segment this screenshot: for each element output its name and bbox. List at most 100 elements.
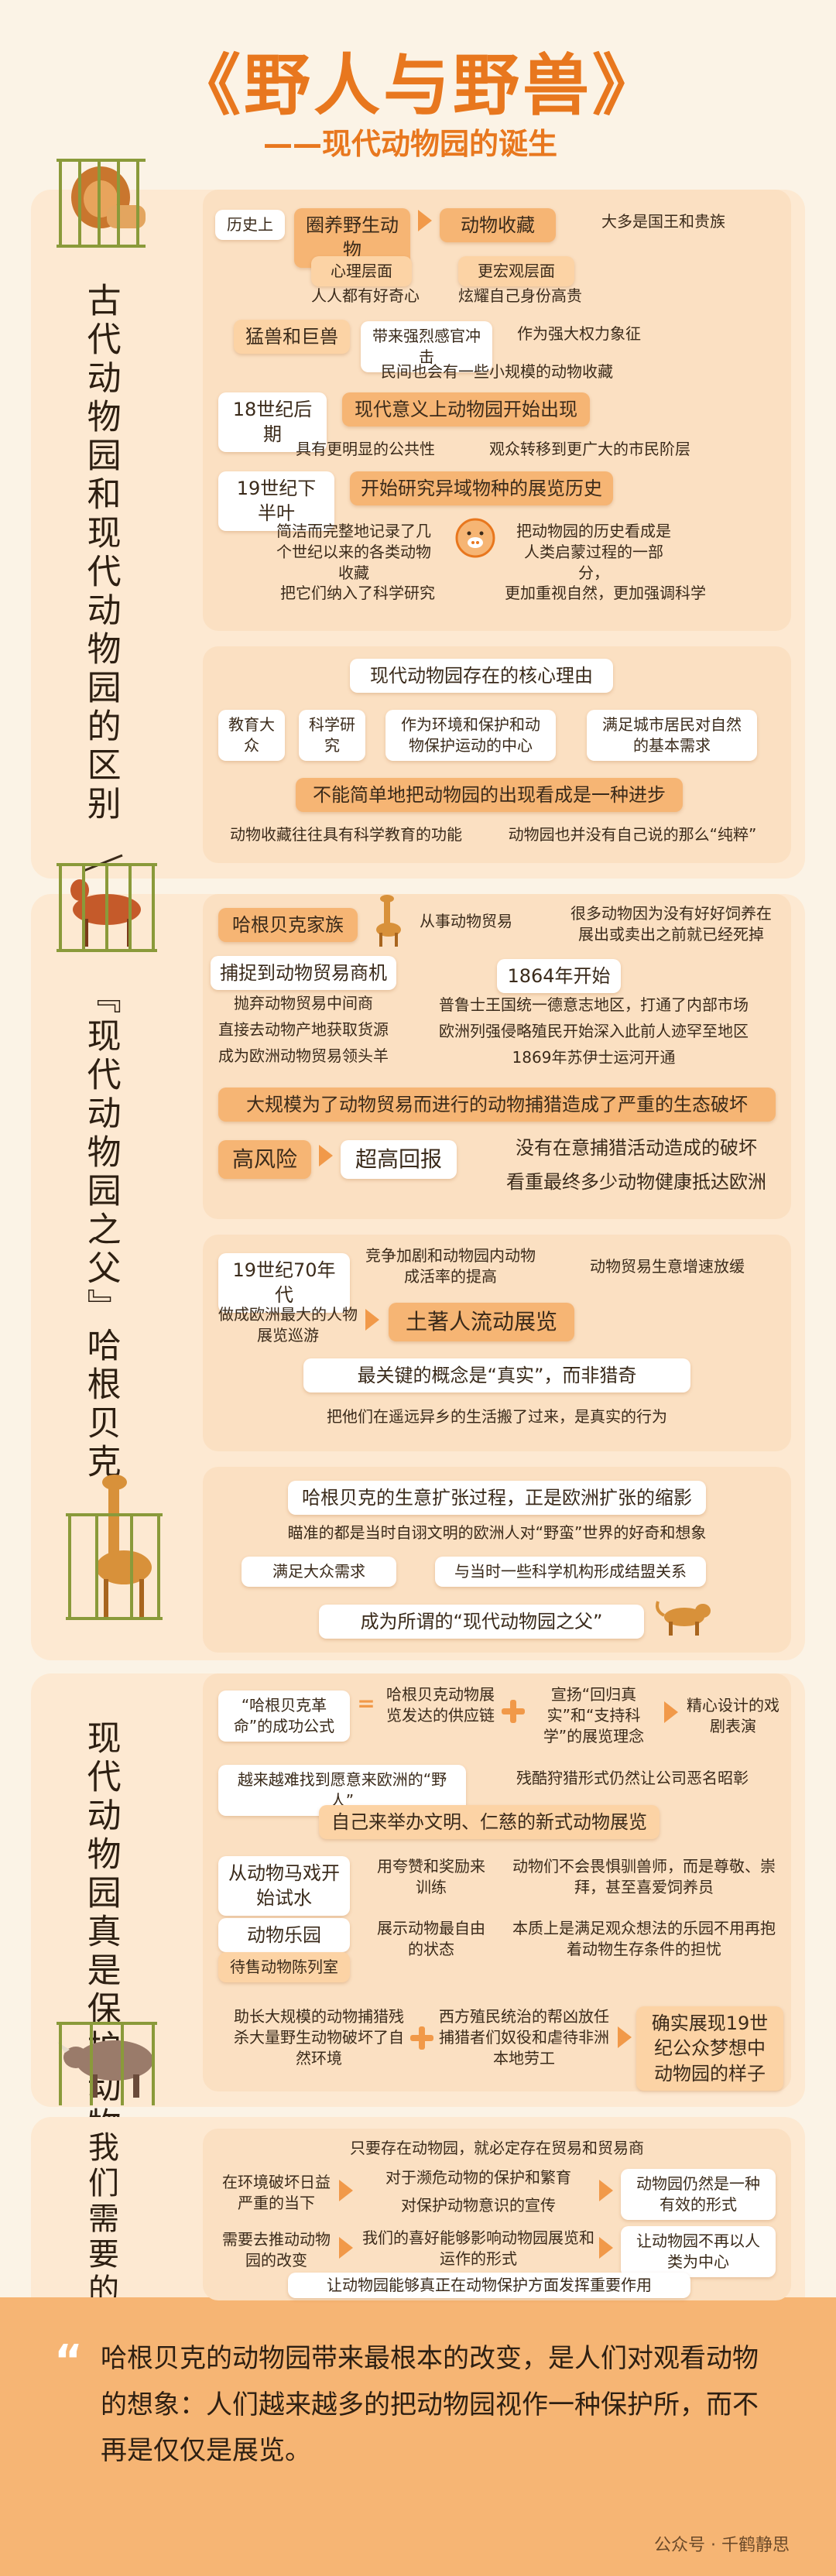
giraffe-icon (376, 895, 401, 947)
reward-box: 超高回报 (341, 1140, 457, 1179)
leader-label: 成为欧洲动物贸易领头羊 (218, 1046, 389, 1065)
pig-icon (455, 518, 495, 558)
civil-box: 自己来举办文明、仁慈的新式动物展览 (319, 1805, 660, 1840)
symbol-label: 作为强大权力象征 (517, 324, 641, 343)
page-title: 《野人与野兽》 (174, 47, 662, 125)
panel-core-reason: 现代动物园存在的核心理由 教育大众 科学研究 作为环境和保护和动物保护运动的中心… (203, 646, 791, 863)
effective-box: 动物园仍然是一种有效的形式 (621, 2169, 776, 2220)
modern-appear-box: 现代意义上动物园开始出现 (342, 392, 590, 427)
not-pure-label: 动物园也并没有自己说的那么“纯粹” (508, 825, 757, 844)
arrow-icon (418, 210, 432, 231)
push-label: 需要去推动动物园的改变 (222, 2230, 331, 2269)
macro-box: 更宏观层面 (458, 256, 574, 286)
arrow-icon (339, 2180, 353, 2201)
arrow-icon (339, 2237, 353, 2259)
western-label: 西方殖民统治的帮凶放任捕猎者们奴役和虐待非洲本地劳工 (439, 2007, 609, 2067)
large-label: 助长大规模的动物捕猎残杀大量野生动物破坏了自然环境 (234, 2007, 404, 2067)
arrow-icon (599, 2237, 613, 2259)
essence-label: 本质上是满足观众想法的乐园不用再抱着动物生存条件的担忧 (512, 1919, 776, 1958)
section-ancient-vs-modern: 古代动物园和现代动物园的区别 历史上 圈养野生动物 动物收藏 大多是国王和贵族 … (31, 159, 805, 879)
env-label: 在环境破坏日益严重的当下 (222, 2173, 331, 2212)
reason-nature-need: 满足城市居民对自然的基本需求 (587, 710, 757, 761)
display-box: 待售动物陈列室 (218, 1952, 350, 1982)
risk-box: 高风险 (218, 1140, 311, 1179)
reason-education: 教育大众 (218, 710, 285, 761)
equals-sign: = (357, 1690, 375, 1716)
rhino-cage-illustration (57, 2022, 157, 2105)
family-box: 哈根贝克家族 (218, 908, 358, 943)
side-title-2: 『现代动物园之父』哈根贝克 (81, 979, 121, 1482)
side-title-1: 古代动物园和现代动物园的区别 (81, 283, 121, 824)
move-label: 把他们在遥远异乡的生活搬了过来，是真实的行为 (327, 1407, 667, 1426)
antelope-cage-illustration (57, 854, 157, 952)
nature-label: 更加重视自然，更加强调科学 (505, 584, 706, 602)
y1864-box: 1864年开始 (497, 959, 621, 994)
record-label: 简洁而完整地记录了几个世纪以来的各类动物收藏 (276, 522, 431, 582)
collect-box: 动物收藏 (440, 208, 556, 243)
suez-label: 1869年苏伊士运河开通 (512, 1048, 676, 1067)
public-label: 具有更明显的公共性 (296, 440, 435, 458)
respect-label: 动物们不会畏惧驯兽师，而是尊敬、崇拜，甚至喜爱饲养员 (512, 1857, 776, 1896)
history-box: 历史上 (215, 210, 285, 240)
section-protection: 现代动物园真是保护动物吗 “哈根贝克革命”的成功公式 = 哈根贝克动物展览发达的… (31, 1673, 805, 2184)
show-off-label: 炫耀自己身份高贵 (458, 286, 582, 305)
aim-label: 瞄准的都是当时自诩文明的欧洲人对“野蛮”世界的好奇和想象 (287, 1523, 707, 1542)
role-box: 让动物园能够真正在动物保护方面发挥重要作用 (288, 2273, 690, 2298)
free-label: 展示动物最自由的状态 (377, 1919, 485, 1958)
plus-icon (410, 2026, 433, 2050)
panel-tour: 19世纪70年代 竞争加剧和动物园内动物成活率的提高 动物贸易生意增速放缓 做成… (203, 1235, 791, 1451)
audience-label: 观众转移到更广大的市民阶层 (489, 440, 690, 458)
supply-label: 哈根贝克动物展览发达的供应链 (386, 1685, 495, 1725)
psych-box: 心理层面 (311, 256, 412, 286)
expand-box: 哈根贝克的生意扩张过程，正是欧洲扩张的缩影 (288, 1481, 706, 1516)
arrow-icon (319, 1145, 333, 1166)
tour-box: 土著人流动展览 (389, 1303, 574, 1341)
core-box: 现代动物园存在的核心理由 (350, 659, 613, 694)
awareness-label: 对保护动物意识的宣传 (401, 2196, 556, 2215)
panel-expansion: 哈根贝克的生意扩张过程，正是欧洲扩张的缩影 瞄准的都是当时自诩文明的欧洲人对“野… (203, 1467, 791, 1653)
reason-protection: 作为环境和保护和动物保护运动的中心 (385, 710, 556, 761)
arrow-icon (664, 1701, 678, 1723)
reason-science: 科学研究 (299, 710, 365, 761)
center-box: 让动物园不再以人类为中心 (621, 2226, 776, 2277)
prussia-label: 普鲁士王国统一德意志地区，打通了内部市场 (439, 995, 749, 1014)
history-part-label: 把动物园的历史看成是人类启蒙过程的一部分， (516, 522, 671, 582)
competition-label: 竞争加剧和动物园内动物成活率的提高 (365, 1246, 536, 1286)
formula-box: “哈根贝克革命”的成功公式 (218, 1690, 350, 1742)
reward-label: 用夸赞和奖励来训练 (377, 1857, 485, 1896)
beasts-box: 猛兽和巨兽 (234, 320, 350, 355)
arrow-icon (618, 2026, 632, 2048)
panel-need: 只要存在动物园，就必定存在贸易和贸易商 在环境破坏日益严重的当下 对于濒危动物的… (203, 2129, 791, 2300)
panel-history: 历史上 圈养野生动物 动物收藏 大多是国王和贵族 心理层面 更宏观层面 人人都有… (203, 190, 791, 631)
hope-label: 我们的喜好能够影响动物园展览和运作的形式 (362, 2228, 594, 2268)
paradise-box: 动物乐园 (218, 1918, 350, 1953)
biggest-label: 做成欧洲最大的人物展览巡游 (218, 1305, 358, 1345)
circus-box: 从动物马戏开始试水 (218, 1856, 350, 1916)
panel-family: 哈根贝克家族 从事动物贸易 很多动物因为没有好好饲养在展出或卖出之前就已经死掉 … (203, 894, 791, 1219)
owners-label: 大多是国王和贵族 (601, 212, 725, 231)
middle-label: 抛弃动物贸易中间商 (234, 994, 373, 1012)
health-label: 看重最终多少动物健康抵达欧洲 (506, 1171, 766, 1193)
giraffe-cage-illustration (66, 1475, 163, 1620)
lioness-icon (656, 1601, 711, 1636)
merchant-box: 捕捉到动物贸易商机 (211, 956, 396, 991)
protect-label: 对于濒危动物的保护和繁育 (385, 2168, 571, 2187)
slowdown-label: 动物贸易生意增速放缓 (590, 1257, 745, 1276)
trade-label: 从事动物贸易 (420, 912, 512, 930)
no-care-label: 没有在意捕猎活动造成的破坏 (516, 1137, 757, 1159)
father-box: 成为所谓的“现代动物园之父” (319, 1605, 644, 1639)
section-hagenbeck: 『现代动物园之父』哈根贝克 哈根贝克家族 从事动物贸易 很多动物因为没有好好饲养… (31, 854, 805, 1660)
sci-link-box: 与当时一些科学机构形成结盟关系 (435, 1557, 706, 1587)
damage-box: 大规模为了动物贸易而进行的动物捕猎造成了严重的生态破坏 (218, 1088, 776, 1122)
plus-icon (502, 1700, 525, 1723)
edu-label: 动物收藏往往具有科学教育的功能 (230, 825, 462, 844)
science-label: 把它们纳入了科学研究 (280, 584, 435, 602)
mass-box: 满足大众需求 (242, 1557, 396, 1587)
realize-box: 确实展现19世纪公众梦想中动物园的样子 (636, 2006, 783, 2091)
design-label: 精心设计的戏剧表演 (687, 1696, 779, 1735)
concept-label: 宣扬“回归真实”和“支持科学”的展览理念 (543, 1685, 645, 1745)
direct-label: 直接去动物产地获取货源 (218, 1020, 389, 1039)
colonial-label: 欧洲列强侵略殖民开始深入此前人迹罕至地区 (439, 1022, 749, 1040)
research-box: 开始研究异域物种的展览历史 (350, 471, 613, 506)
quote-icon: “ (54, 2336, 83, 2386)
